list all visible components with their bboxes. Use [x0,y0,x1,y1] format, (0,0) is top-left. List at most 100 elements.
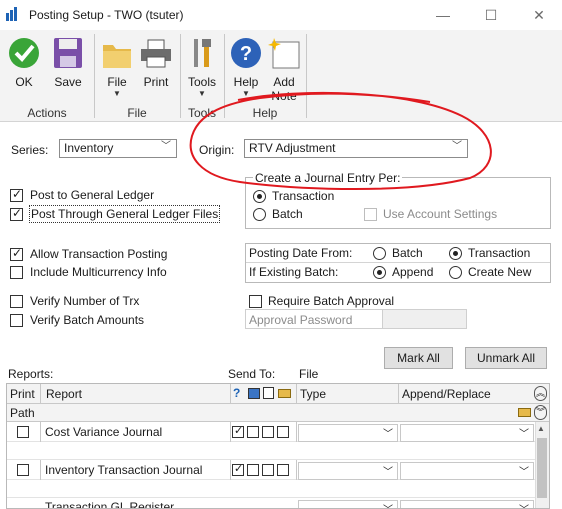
unmark-all-button[interactable]: Unmark All [465,347,547,369]
series-select[interactable]: Inventory ﹀ [59,139,177,158]
pdf-batch-radio[interactable] [373,247,386,260]
path-row[interactable] [7,442,535,460]
ok-label: OK [15,75,33,89]
folder-small-icon[interactable] [278,389,291,398]
print-checkbox[interactable] [17,464,29,476]
verify-batch-checkbox[interactable] [10,314,23,327]
je-batch-label: Batch [272,207,303,221]
send-printer-checkbox[interactable] [247,464,259,476]
minimize-button[interactable]: — [420,0,466,30]
verify-trx-label: Verify Number of Trx [30,294,140,308]
append-replace-select[interactable]: ﹀ [400,424,534,442]
verify-batch-label: Verify Batch Amounts [30,313,145,327]
mark-all-button[interactable]: Mark All [384,347,453,369]
col-divider [230,384,231,404]
ok-button[interactable]: OK [4,34,44,98]
col-divider [296,460,297,480]
send-file-checkbox[interactable] [262,464,274,476]
col-path: Path [10,406,35,420]
send-other-checkbox[interactable] [277,464,289,476]
post-gl-checkbox[interactable] [10,187,23,202]
save-icon [54,38,82,68]
series-label: Series: [11,143,49,157]
reports-grid: Print Report ? Type Append/Replace ︽ Pat… [6,383,550,509]
post-through-gl-checkbox[interactable] [10,206,23,221]
col-divider [40,384,41,404]
app-icon [6,7,20,21]
col-type: Type [300,387,327,401]
path-folder-icon[interactable] [518,408,531,417]
report-name: Inventory Transaction Journal [45,463,203,477]
col-divider [40,422,41,442]
require-batch-approval-checkbox[interactable] [249,295,262,308]
print-checkbox[interactable] [17,426,29,438]
divider [246,262,550,263]
screen-icon[interactable] [248,388,260,399]
send-to-help-icon[interactable]: ? [233,386,240,400]
pdf-transaction-label: Transaction [468,246,531,260]
col-divider [398,384,399,404]
allow-tx-posting-label: Allow Transaction Posting [30,247,168,261]
expand-icon[interactable]: ︾ [534,405,547,420]
append-label: Append [392,265,434,279]
save-button[interactable]: Save [48,34,88,98]
append-replace-select[interactable]: ﹀ [400,500,534,508]
help-icon: ? [231,38,261,68]
reports-label: Reports: [8,367,54,381]
post-through-gl-label: Post Through General Ledger Files [29,205,221,223]
send-screen-checkbox[interactable]: ✓ [232,463,244,476]
col-divider [296,384,297,404]
append-radio[interactable] [373,266,386,279]
approval-password-label: Approval Password [249,313,353,327]
close-button[interactable]: ✕ [516,0,562,30]
path-row[interactable] [7,480,535,498]
file-label: File [299,367,319,381]
print-button[interactable]: Print [136,34,176,98]
send-to-label: Send To: [228,367,276,381]
file-button[interactable]: File ▼ [98,34,136,98]
chevron-down-icon: ﹀ [161,141,171,152]
allow-tx-posting-checkbox[interactable] [10,246,23,261]
scroll-up-icon[interactable]: ▲ [537,424,545,433]
if-existing-batch-label: If Existing Batch: [249,265,339,279]
create-new-radio[interactable] [449,266,462,279]
printer-small-icon[interactable] [263,387,274,399]
post-gl-label: Post to General Ledger [30,188,155,202]
type-select[interactable]: ﹀ [298,424,398,442]
scrollbar-thumb[interactable] [537,438,547,498]
col-divider [230,460,231,480]
svg-text:?: ? [240,43,252,65]
type-select[interactable]: ﹀ [298,500,398,508]
collapse-icon[interactable]: ︽ [534,386,547,401]
verify-trx-checkbox[interactable] [10,295,23,308]
use-account-settings-checkbox[interactable] [364,208,377,221]
send-screen-checkbox[interactable]: ✓ [232,425,244,438]
grid-subheader [7,404,549,422]
col-divider [230,422,231,442]
send-file-checkbox[interactable] [262,426,274,438]
col-append-replace: Append/Replace [402,387,491,401]
title-bar: Posting Setup - TWO (tsuter) — ☐ ✕ [0,0,562,30]
file-label: File [107,75,127,89]
create-new-label: Create New [468,265,532,279]
send-printer-checkbox[interactable] [247,426,259,438]
chevron-down-icon: ▼ [113,89,121,98]
type-select[interactable]: ﹀ [298,462,398,480]
printer-icon [141,39,171,68]
maximize-button[interactable]: ☐ [468,0,514,30]
col-divider [296,422,297,442]
folder-icon [103,45,131,68]
save-label: Save [54,75,82,89]
use-account-settings-label: Use Account Settings [383,207,498,221]
print-label: Print [143,75,169,89]
send-other-checkbox[interactable] [277,426,289,438]
approval-password-field[interactable] [382,309,467,329]
series-value: Inventory [64,141,114,155]
col-divider [40,460,41,480]
include-multicurrency-checkbox[interactable] [10,266,23,279]
pdf-transaction-radio[interactable] [449,247,462,260]
je-batch-radio[interactable] [253,208,266,221]
append-replace-select[interactable]: ﹀ [400,462,534,480]
pdf-batch-label: Batch [392,246,423,260]
posting-date-from-label: Posting Date From: [249,246,353,260]
